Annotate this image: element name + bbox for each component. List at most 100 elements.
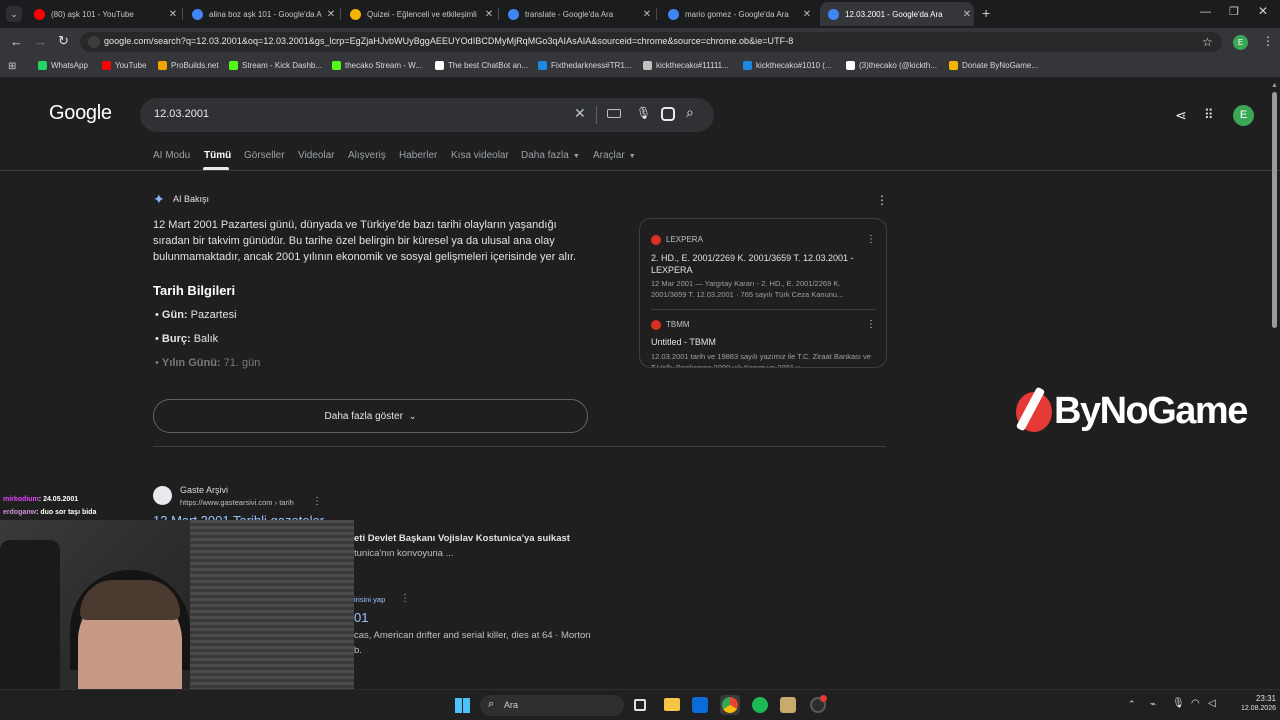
task-view-icon[interactable] [634,699,646,711]
source-link[interactable]: Untitled - TBMM [651,337,876,347]
bookmark-item[interactable]: WhatsApp [38,61,88,70]
bookmark-item[interactable]: (3)thecako (@kickth... [846,61,937,70]
volume-icon[interactable]: ◁ [1208,698,1216,709]
league-icon[interactable] [780,697,796,713]
tab-short-videos[interactable]: Kısa videolar [451,150,509,161]
tray-chevron-icon[interactable]: ⌃ [1128,699,1136,710]
minimize-button[interactable]: — [1200,6,1211,18]
network-icon[interactable]: ⌁ [1150,699,1156,710]
tab-more[interactable]: Daha fazla ▼ [521,150,580,161]
close-window-button[interactable]: ✕ [1258,4,1268,18]
tab-ai-mode[interactable]: AI Modu [153,150,190,161]
back-arrow-icon[interactable]: ← [10,34,23,49]
tab-news[interactable]: Haberler [399,150,437,161]
taskbar-search[interactable]: ⌕ Ara [480,695,624,716]
keyboard-icon[interactable] [607,109,621,118]
source-site-name: LEXPERA [666,235,703,244]
lexpera-logo-icon [651,235,661,245]
google-account-avatar[interactable]: E [1233,105,1254,126]
clock-date[interactable]: 12.08.2026 [1228,705,1276,712]
bookmark-item[interactable]: Stream - Kick Dashb... [229,61,322,70]
bookmark-item[interactable]: Fixthedarkness#TR1... [538,61,631,70]
source-link[interactable]: 2. HD., E. 2001/2269 K. 2001/3659 T. 12.… [651,252,876,276]
share-icon[interactable]: ⋖ [1175,107,1187,124]
file-explorer-icon[interactable] [664,698,680,711]
result-menu-icon[interactable]: ⋮ [400,593,410,604]
chrome-icon[interactable] [720,695,740,715]
clear-search-icon[interactable]: ✕ [574,105,586,122]
result-menu-icon[interactable]: ⋮ [312,496,322,507]
site-info-icon[interactable] [88,36,100,48]
bookmark-item[interactable]: The best ChatBot an... [435,61,528,70]
profile-avatar[interactable]: E [1233,35,1248,50]
bookmark-label: Fixthedarkness#TR1... [551,61,632,70]
forward-arrow-icon[interactable]: → [34,34,47,49]
browser-tab[interactable]: translate - Google'da Ara ✕ [500,2,654,26]
wifi-icon[interactable]: ◠ [1191,698,1200,709]
source-menu-icon[interactable]: ⋮ [866,319,876,330]
browser-tab[interactable]: (80) aşk 101 - YouTube ✕ [26,2,180,26]
new-tab-button[interactable]: + [982,5,990,21]
result-title-link[interactable]: 01 [354,610,368,625]
bookmark-item[interactable]: ProBuilds.net [158,61,219,70]
tab-tools[interactable]: Araçlar ▼ [593,150,636,161]
scrollbar-thumb[interactable] [1272,92,1277,328]
bookmark-item[interactable]: kickthecako#11111... [643,61,729,70]
tab-images[interactable]: Görseller [244,150,285,161]
bookmark-star-icon[interactable]: ☆ [1202,35,1213,49]
list-value: Balık [193,333,219,345]
bookmark-label: ProBuilds.net [171,61,219,70]
url-text[interactable]: google.com/search?q=12.03.2001&oq=12.03.… [104,36,793,46]
search-box[interactable]: 12.03.2001 ✕ 🎙 ⌕ [140,98,714,132]
list-item: • Gün: Pazartesi [155,309,237,321]
browser-tab[interactable]: 12.03.2001 - Google'da Ara ✕ [820,2,974,26]
tab-close-icon[interactable]: ✕ [800,9,814,20]
tab-shopping[interactable]: Alışveriş [348,150,386,161]
search-input[interactable]: 12.03.2001 [154,108,209,120]
section-title: Tarih Bilgileri [153,283,236,298]
tab-videos[interactable]: Videolar [298,150,335,161]
tab-close-icon[interactable]: ✕ [960,9,974,20]
tab-all[interactable]: Tümü [204,150,231,161]
spotify-icon[interactable] [752,697,768,713]
search-icon[interactable]: ⌕ [686,104,694,121]
bookmark-item[interactable]: Donate ByNoGame... [949,61,1038,70]
restore-button[interactable]: ❐ [1229,5,1239,18]
bookmark-favicon-icon [229,61,238,70]
voice-search-icon[interactable]: 🎙 [636,106,651,120]
outlook-icon[interactable] [692,697,708,713]
google-logo[interactable]: Google [49,102,112,125]
bookmark-item[interactable]: thecako Stream - W... [332,61,422,70]
bookmark-favicon-icon [949,61,958,70]
tab-close-icon[interactable]: ✕ [324,9,338,20]
chat-user: erdoganw [3,509,37,516]
source-menu-icon[interactable]: ⋮ [866,234,876,245]
reload-icon[interactable]: ↻ [58,33,69,49]
mic-icon[interactable]: 🎙 [1172,698,1185,709]
browser-tab[interactable]: Quizei - Eğlenceli ve etkileşimli ✕ [342,2,496,26]
browser-tab[interactable]: mario gomez - Google'da Ara ✕ [660,2,814,26]
bookmark-label: (3)thecako (@kickth... [859,61,937,70]
bookmark-label: thecako Stream - W... [345,61,422,70]
google-apps-icon[interactable]: ⠿ [1204,107,1214,123]
bookmark-item[interactable]: YouTube [102,61,146,70]
tab-separator [656,8,657,20]
bookmark-item[interactable]: kickthecako#1010 (... [743,61,832,70]
tab-more-label: Daha fazla [521,150,569,161]
apps-grid-icon[interactable]: ⊞ [8,61,16,72]
browser-menu-icon[interactable]: ⋮ [1262,34,1274,48]
tab-search-dropdown-icon[interactable]: ⌄ [6,6,22,22]
bookmark-label: YouTube [115,61,147,70]
browser-tab[interactable]: alina boz aşk 101 - Google'da A ✕ [184,2,338,26]
scroll-up-icon[interactable]: ▲ [1271,82,1278,89]
tab-close-icon[interactable]: ✕ [482,9,496,20]
show-more-button[interactable]: Daha fazla göster ⌄ [153,399,588,433]
tab-close-icon[interactable]: ✕ [166,9,180,20]
overview-menu-icon[interactable]: ⋮ [876,193,888,207]
windows-taskbar: ⌕ Ara ⌃ ⌁ 🎙 ◠ ◁ 23:31 12.08.2026 [0,689,1280,720]
tab-close-icon[interactable]: ✕ [640,9,654,20]
lens-icon[interactable] [661,107,675,121]
clock-time[interactable]: 23:31 [1238,694,1276,703]
windows-start-icon[interactable] [455,698,470,713]
result-snippet: cas, American drifter and serial killer,… [354,630,591,641]
